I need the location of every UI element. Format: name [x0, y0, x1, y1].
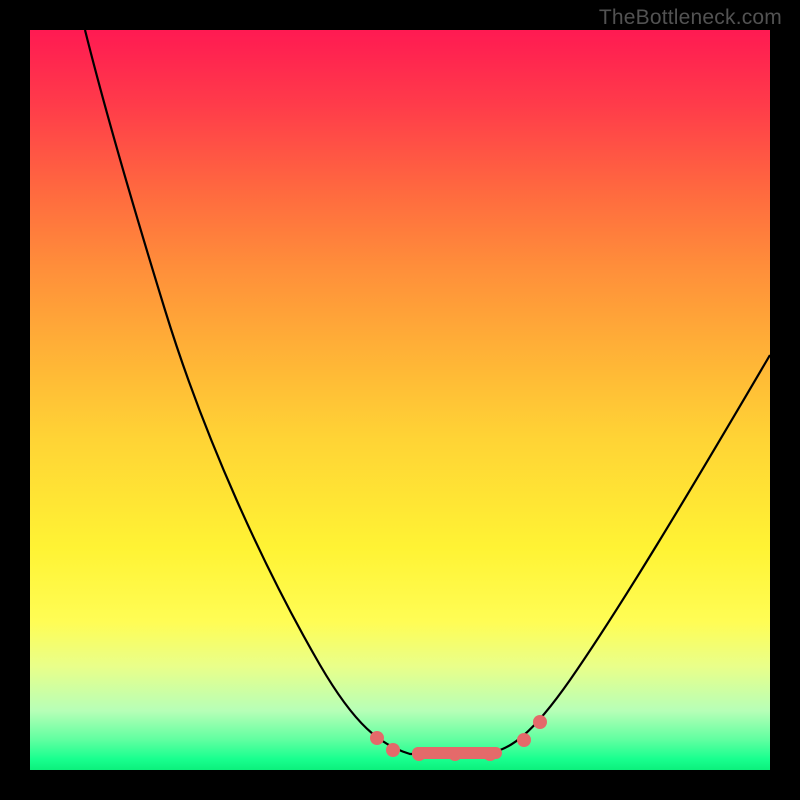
marker-dot [412, 747, 426, 761]
watermark-text: TheBottleneck.com [599, 6, 782, 30]
marker-dot [448, 747, 462, 761]
marker-dot [517, 733, 531, 747]
plot-area [30, 30, 770, 770]
bottleneck-curve [30, 30, 770, 770]
chart-frame: TheBottleneck.com [0, 0, 800, 800]
curve-path [85, 30, 770, 754]
marker-dot [370, 731, 384, 745]
marker-dot [386, 743, 400, 757]
marker-dot [533, 715, 547, 729]
marker-dot [483, 747, 497, 761]
